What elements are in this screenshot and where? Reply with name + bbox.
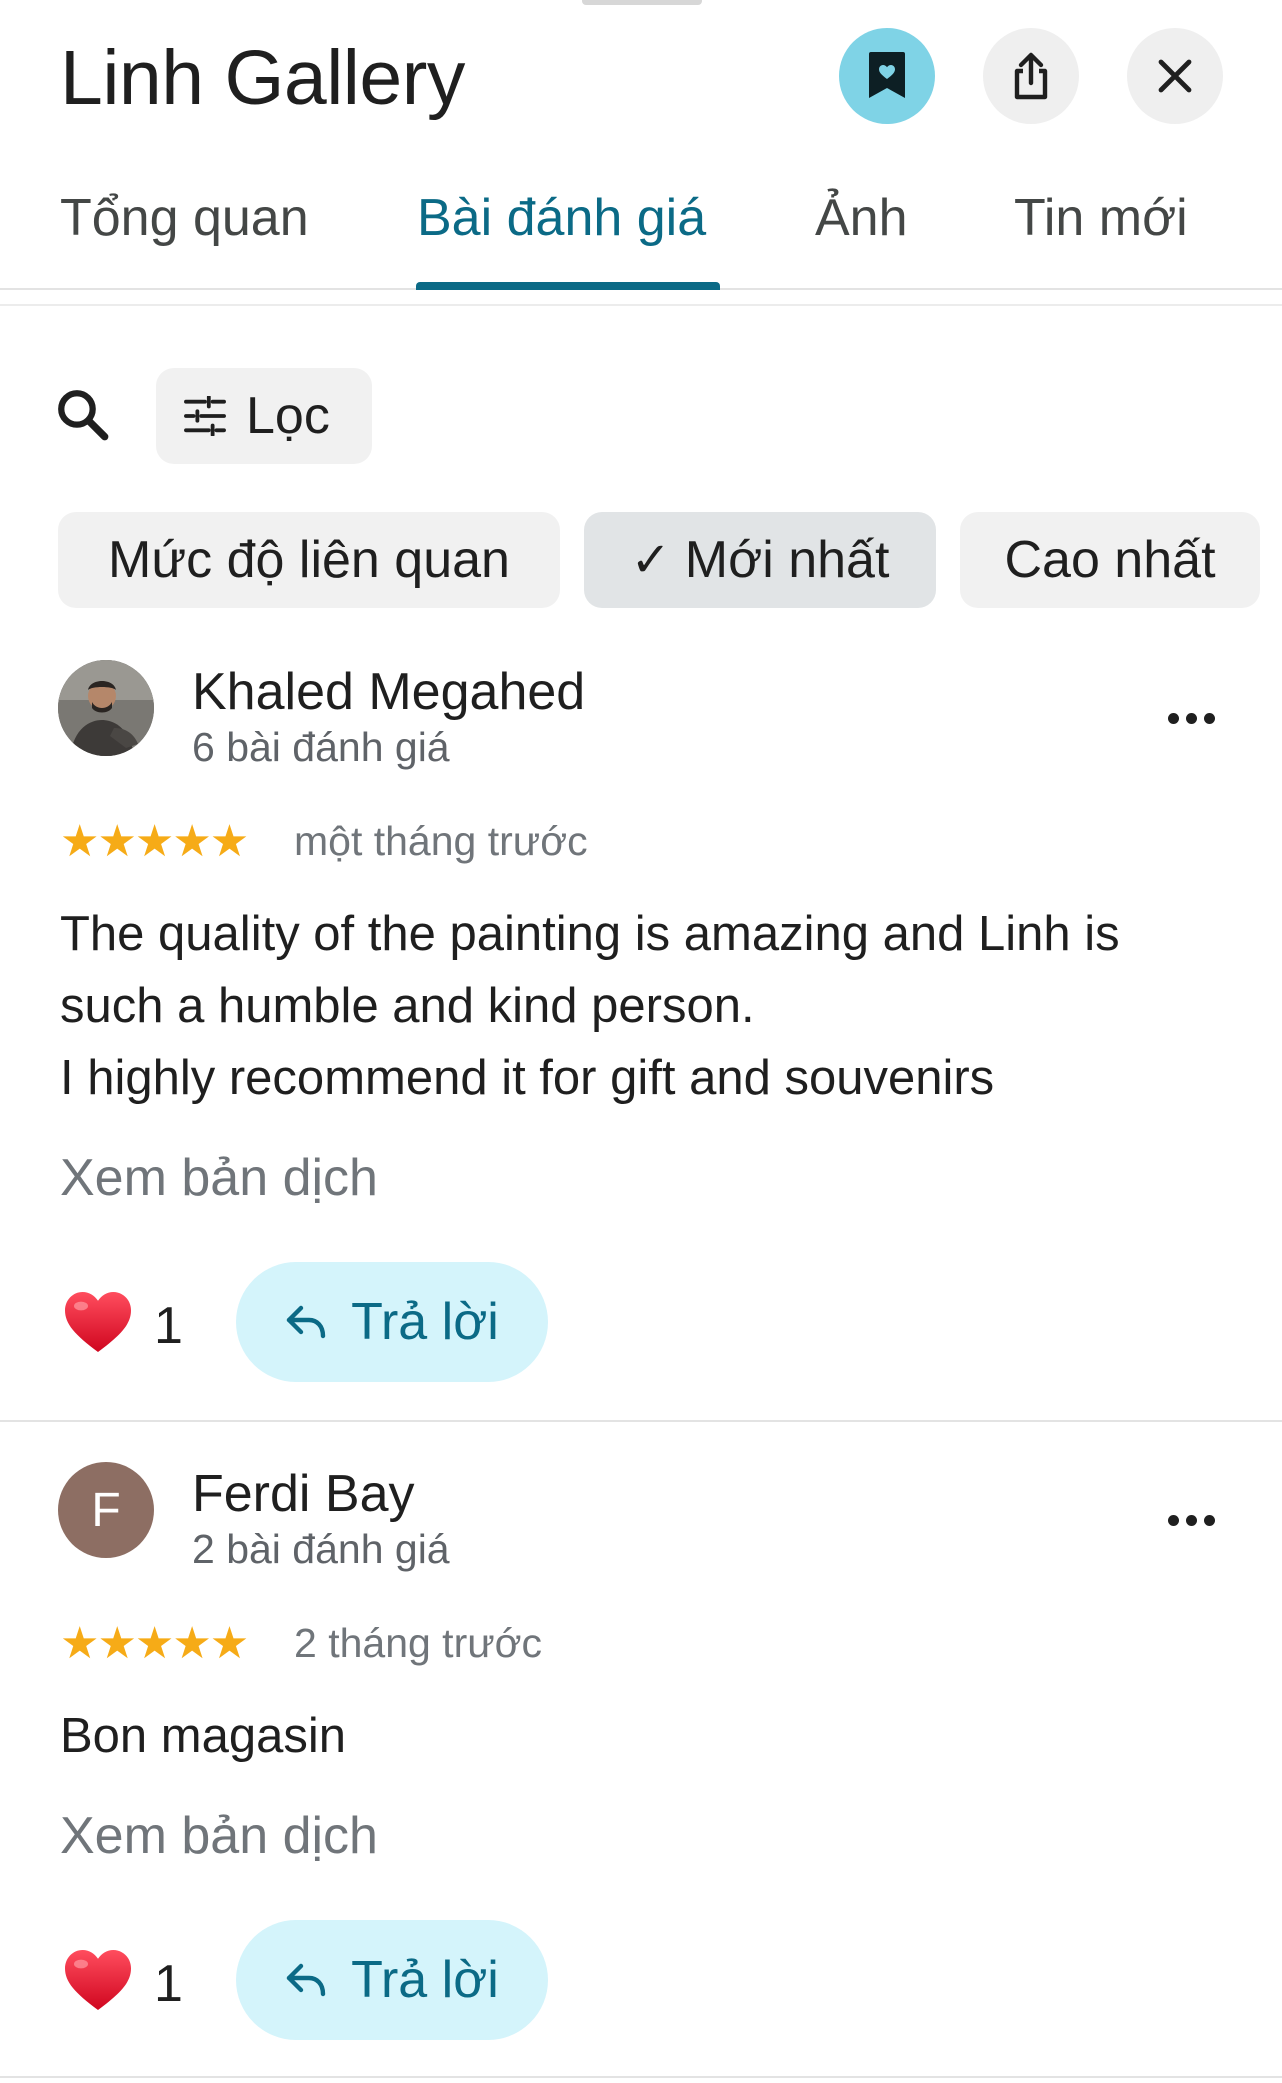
review-divider [0,1420,1282,1422]
like-button[interactable] [58,1282,138,1362]
chip-label: Mức độ liên quan [108,531,510,589]
reply-button[interactable]: Trả lời [236,1920,548,2040]
author-review-count: 6 bài đánh giá [192,724,450,770]
review-text-line: I highly recommend it for gift and souve… [60,1051,995,1105]
author-review-count: 2 bài đánh giá [192,1526,450,1572]
dot-icon [1203,712,1215,724]
dot-icon [1185,1514,1197,1526]
dot-icon [1185,712,1197,724]
like-count: 1 [154,1955,183,2013]
review-text: Bon magasin [60,1700,1220,1772]
sort-chip-newest[interactable]: ✓ Mới nhất [584,512,936,608]
dot-icon [1167,712,1179,724]
divider [0,304,1282,306]
heart-icon [65,1292,131,1352]
filter-label: Lọc [246,387,330,445]
reply-label: Trả lời [351,1293,499,1351]
author-name[interactable]: Khaled Megahed [192,662,585,722]
review-text: The quality of the painting is amazing a… [60,898,1220,1114]
sort-chip-highest[interactable]: Cao nhất [960,512,1260,608]
author-name[interactable]: Ferdi Bay [192,1464,415,1524]
close-button[interactable] [1127,28,1223,124]
reply-button[interactable]: Trả lời [236,1262,548,1382]
filter-button[interactable]: Lọc [156,368,372,464]
share-button[interactable] [983,28,1079,124]
user-photo-icon [58,660,154,756]
review-text-line: The quality of the painting is amazing a… [60,907,1120,961]
reply-arrow-icon [286,1963,326,1997]
tab-overview[interactable]: Tổng quan [60,188,309,248]
dot-icon [1203,1514,1215,1526]
review-divider [0,2076,1282,2078]
see-translation-link[interactable]: Xem bản dịch [60,1148,378,1208]
search-button[interactable] [48,380,118,450]
sort-chip-relevance[interactable]: Mức độ liên quan [58,512,560,608]
more-options-button[interactable] [1156,698,1226,738]
tab-reviews[interactable]: Bài đánh giá [417,188,706,248]
page-title: Linh Gallery [60,35,465,121]
star-rating: ★★★★★ [60,817,249,866]
check-icon: ✓ [630,534,671,587]
tab-bar: Tổng quan Bài đánh giá Ảnh Tin mới [0,160,1282,290]
save-button[interactable] [839,28,935,124]
avatar[interactable] [58,660,154,756]
reply-label: Trả lời [351,1951,499,2009]
review-time: 2 tháng trước [294,1620,543,1666]
tune-icon [184,396,226,436]
like-button[interactable] [58,1940,138,2020]
heart-icon [65,1950,131,2010]
reply-arrow-icon [286,1305,326,1339]
bookmark-heart-icon [869,52,905,98]
like-count: 1 [154,1297,183,1355]
star-rating: ★★★★★ [60,1619,249,1668]
review-text-line: Bon magasin [60,1709,347,1763]
see-translation-link[interactable]: Xem bản dịch [60,1806,378,1866]
chip-label: Cao nhất [1004,531,1216,589]
place-sheet: Linh Gallery Tổng quan Bài đánh giá Ảnh … [0,0,1282,2083]
close-icon [1158,59,1192,93]
tab-updates[interactable]: Tin mới [1014,188,1188,248]
active-tab-indicator [416,282,720,290]
more-options-button[interactable] [1156,1500,1226,1540]
share-icon [1014,52,1048,100]
chip-label: Mới nhất [684,531,890,589]
avatar[interactable]: F [58,1462,154,1558]
review-text-line: such a humble and kind person. [60,979,755,1033]
dot-icon [1167,1514,1179,1526]
sheet-grabber[interactable] [582,0,702,5]
tab-photos[interactable]: Ảnh [815,188,908,248]
review-time: một tháng trước [294,818,588,864]
search-icon [58,390,109,441]
